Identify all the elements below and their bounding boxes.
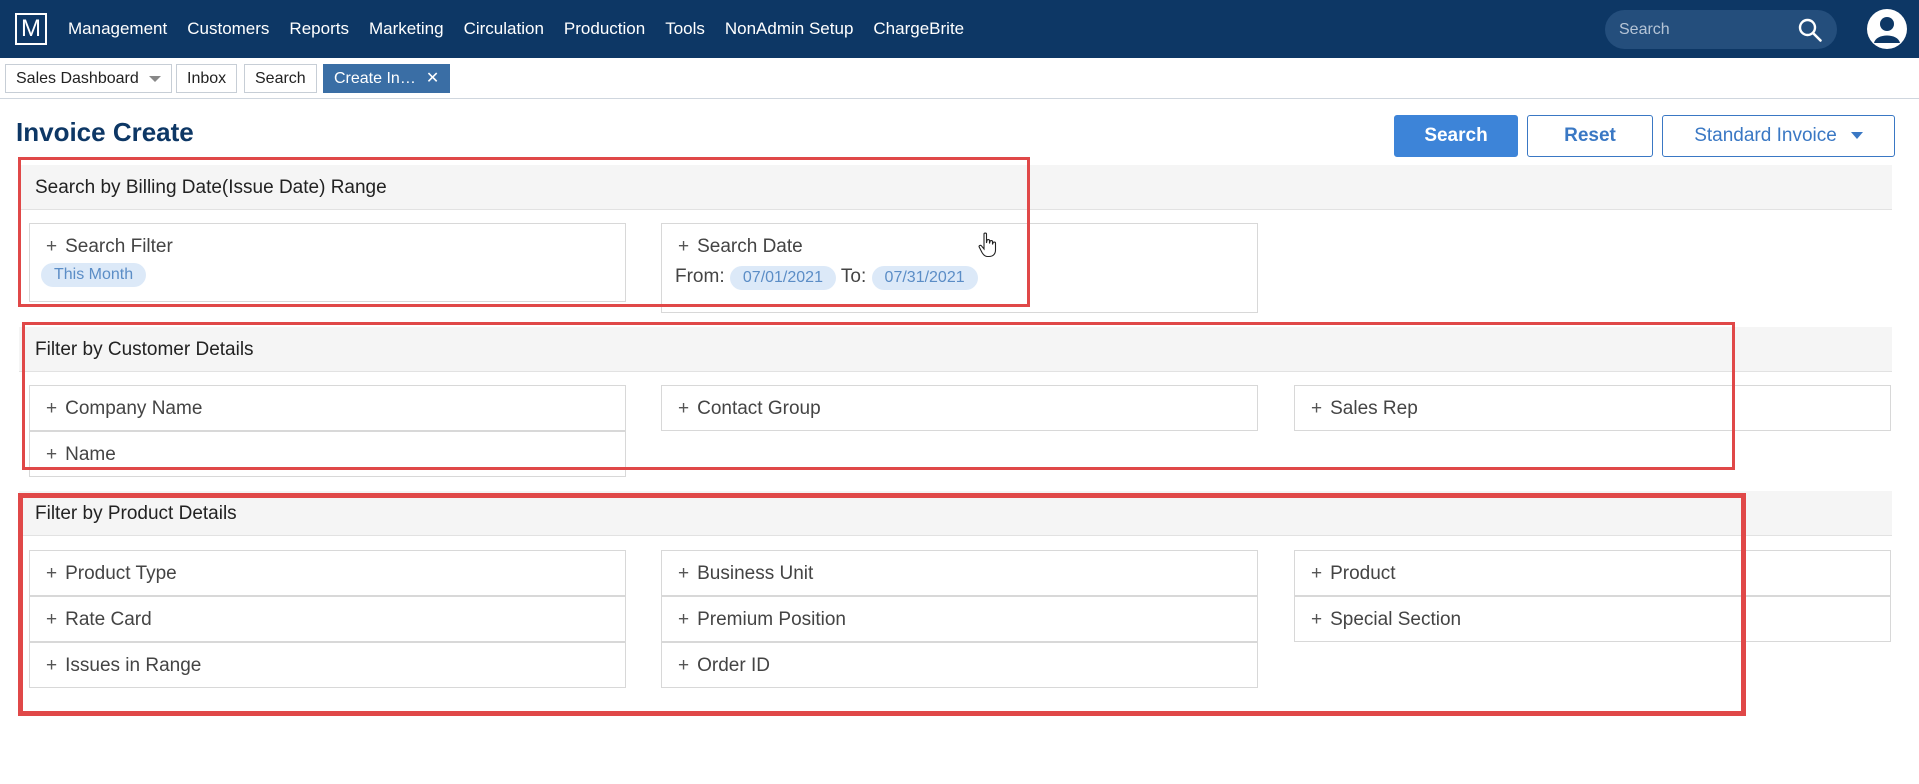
page-title: Invoice Create	[16, 117, 194, 147]
nav-item-reports[interactable]: Reports	[279, 19, 359, 39]
tab-inbox[interactable]: Inbox	[176, 64, 238, 93]
nav-item-circulation[interactable]: Circulation	[454, 19, 554, 39]
section-header-product[interactable]: Filter by Product Details	[19, 491, 1892, 536]
tab-strip: Sales Dashboard Inbox Search Create In… ✕	[0, 58, 1919, 99]
field-label: Name	[65, 444, 116, 465]
plus-icon: +	[678, 609, 690, 630]
tab-search[interactable]: Search	[244, 64, 317, 93]
plus-icon: +	[678, 563, 690, 584]
product-field[interactable]: + Product	[1294, 550, 1891, 596]
field-label: Search Filter	[65, 236, 173, 257]
field-label: Search Date	[697, 236, 803, 257]
field-label: Rate Card	[65, 609, 152, 630]
field-label: Company Name	[65, 398, 203, 419]
to-date-chip[interactable]: 07/31/2021	[871, 266, 978, 290]
premium-position-field[interactable]: + Premium Position	[661, 596, 1258, 642]
plus-icon: +	[1311, 398, 1323, 419]
global-search	[1605, 10, 1837, 49]
tab-create-invoice[interactable]: Create In… ✕	[323, 64, 451, 93]
app-logo[interactable]: M	[15, 13, 47, 45]
search-date-field[interactable]: + Search Date From: 07/01/2021 To: 07/31/…	[661, 223, 1258, 313]
tab-sales-dashboard[interactable]: Sales Dashboard	[5, 64, 172, 93]
rate-card-field[interactable]: + Rate Card	[29, 596, 626, 642]
field-label: Order ID	[697, 655, 770, 676]
company-name-field[interactable]: + Company Name	[29, 385, 626, 431]
product-type-field[interactable]: + Product Type	[29, 550, 626, 596]
plus-icon: +	[46, 444, 58, 465]
plus-icon: +	[46, 236, 58, 257]
filter-chip[interactable]: This Month	[41, 263, 147, 287]
nav-item-marketing[interactable]: Marketing	[359, 19, 454, 39]
name-field[interactable]: + Name	[29, 431, 626, 477]
top-navbar: M Management Customers Reports Marketing…	[0, 0, 1919, 58]
caret-down-icon[interactable]	[148, 75, 161, 82]
caret-down-icon	[1850, 132, 1863, 140]
close-icon[interactable]: ✕	[426, 70, 439, 87]
user-avatar[interactable]	[1867, 9, 1907, 49]
nav-item-tools[interactable]: Tools	[655, 19, 715, 39]
sales-rep-field[interactable]: + Sales Rep	[1294, 385, 1891, 431]
section-header-billing[interactable]: Search by Billing Date(Issue Date) Range	[19, 165, 1892, 210]
nav-item-nonadmin-setup[interactable]: NonAdmin Setup	[715, 19, 864, 39]
plus-icon: +	[678, 655, 690, 676]
hand-cursor-icon	[978, 232, 997, 258]
from-label: From:	[675, 266, 725, 287]
user-icon	[1874, 17, 1900, 43]
plus-icon: +	[1311, 609, 1323, 630]
tab-label: Sales Dashboard	[16, 70, 139, 87]
plus-icon: +	[46, 398, 58, 419]
order-id-field[interactable]: + Order ID	[661, 642, 1258, 688]
plus-icon: +	[1311, 563, 1323, 584]
field-label: Premium Position	[697, 609, 846, 630]
issues-in-range-field[interactable]: + Issues in Range	[29, 642, 626, 688]
nav-item-production[interactable]: Production	[554, 19, 655, 39]
special-section-field[interactable]: + Special Section	[1294, 596, 1891, 642]
from-date-chip[interactable]: 07/01/2021	[729, 266, 836, 290]
field-label: Special Section	[1330, 609, 1462, 630]
plus-icon: +	[46, 655, 58, 676]
plus-icon: +	[46, 609, 58, 630]
field-label: Sales Rep	[1330, 398, 1418, 419]
field-label: Issues in Range	[65, 655, 202, 676]
invoice-type-label: Standard Invoice	[1694, 125, 1837, 146]
field-label: Product Type	[65, 563, 177, 584]
invoice-type-dropdown[interactable]: Standard Invoice	[1662, 115, 1895, 157]
nav-item-customers[interactable]: Customers	[177, 19, 279, 39]
plus-icon: +	[678, 398, 690, 419]
contact-group-field[interactable]: + Contact Group	[661, 385, 1258, 431]
search-button[interactable]: Search	[1394, 115, 1518, 157]
plus-icon: +	[678, 236, 690, 257]
to-label: To:	[840, 266, 867, 287]
plus-icon: +	[46, 563, 58, 584]
nav-item-management[interactable]: Management	[58, 19, 177, 39]
field-label: Contact Group	[697, 398, 821, 419]
search-icon[interactable]	[1797, 17, 1823, 43]
reset-button[interactable]: Reset	[1527, 115, 1653, 157]
tab-label: Create In…	[334, 70, 416, 87]
section-header-customer[interactable]: Filter by Customer Details	[19, 327, 1892, 372]
business-unit-field[interactable]: + Business Unit	[661, 550, 1258, 596]
field-label: Product	[1330, 563, 1396, 584]
nav-item-chargebrite[interactable]: ChargeBrite	[863, 19, 974, 39]
field-label: Business Unit	[697, 563, 814, 584]
date-range: From: 07/01/2021 To: 07/31/2021	[675, 266, 978, 290]
main-nav: Management Customers Reports Marketing C…	[58, 0, 974, 58]
search-filter-field[interactable]: + Search Filter This Month	[29, 223, 626, 302]
global-search-input[interactable]	[1619, 20, 1789, 39]
